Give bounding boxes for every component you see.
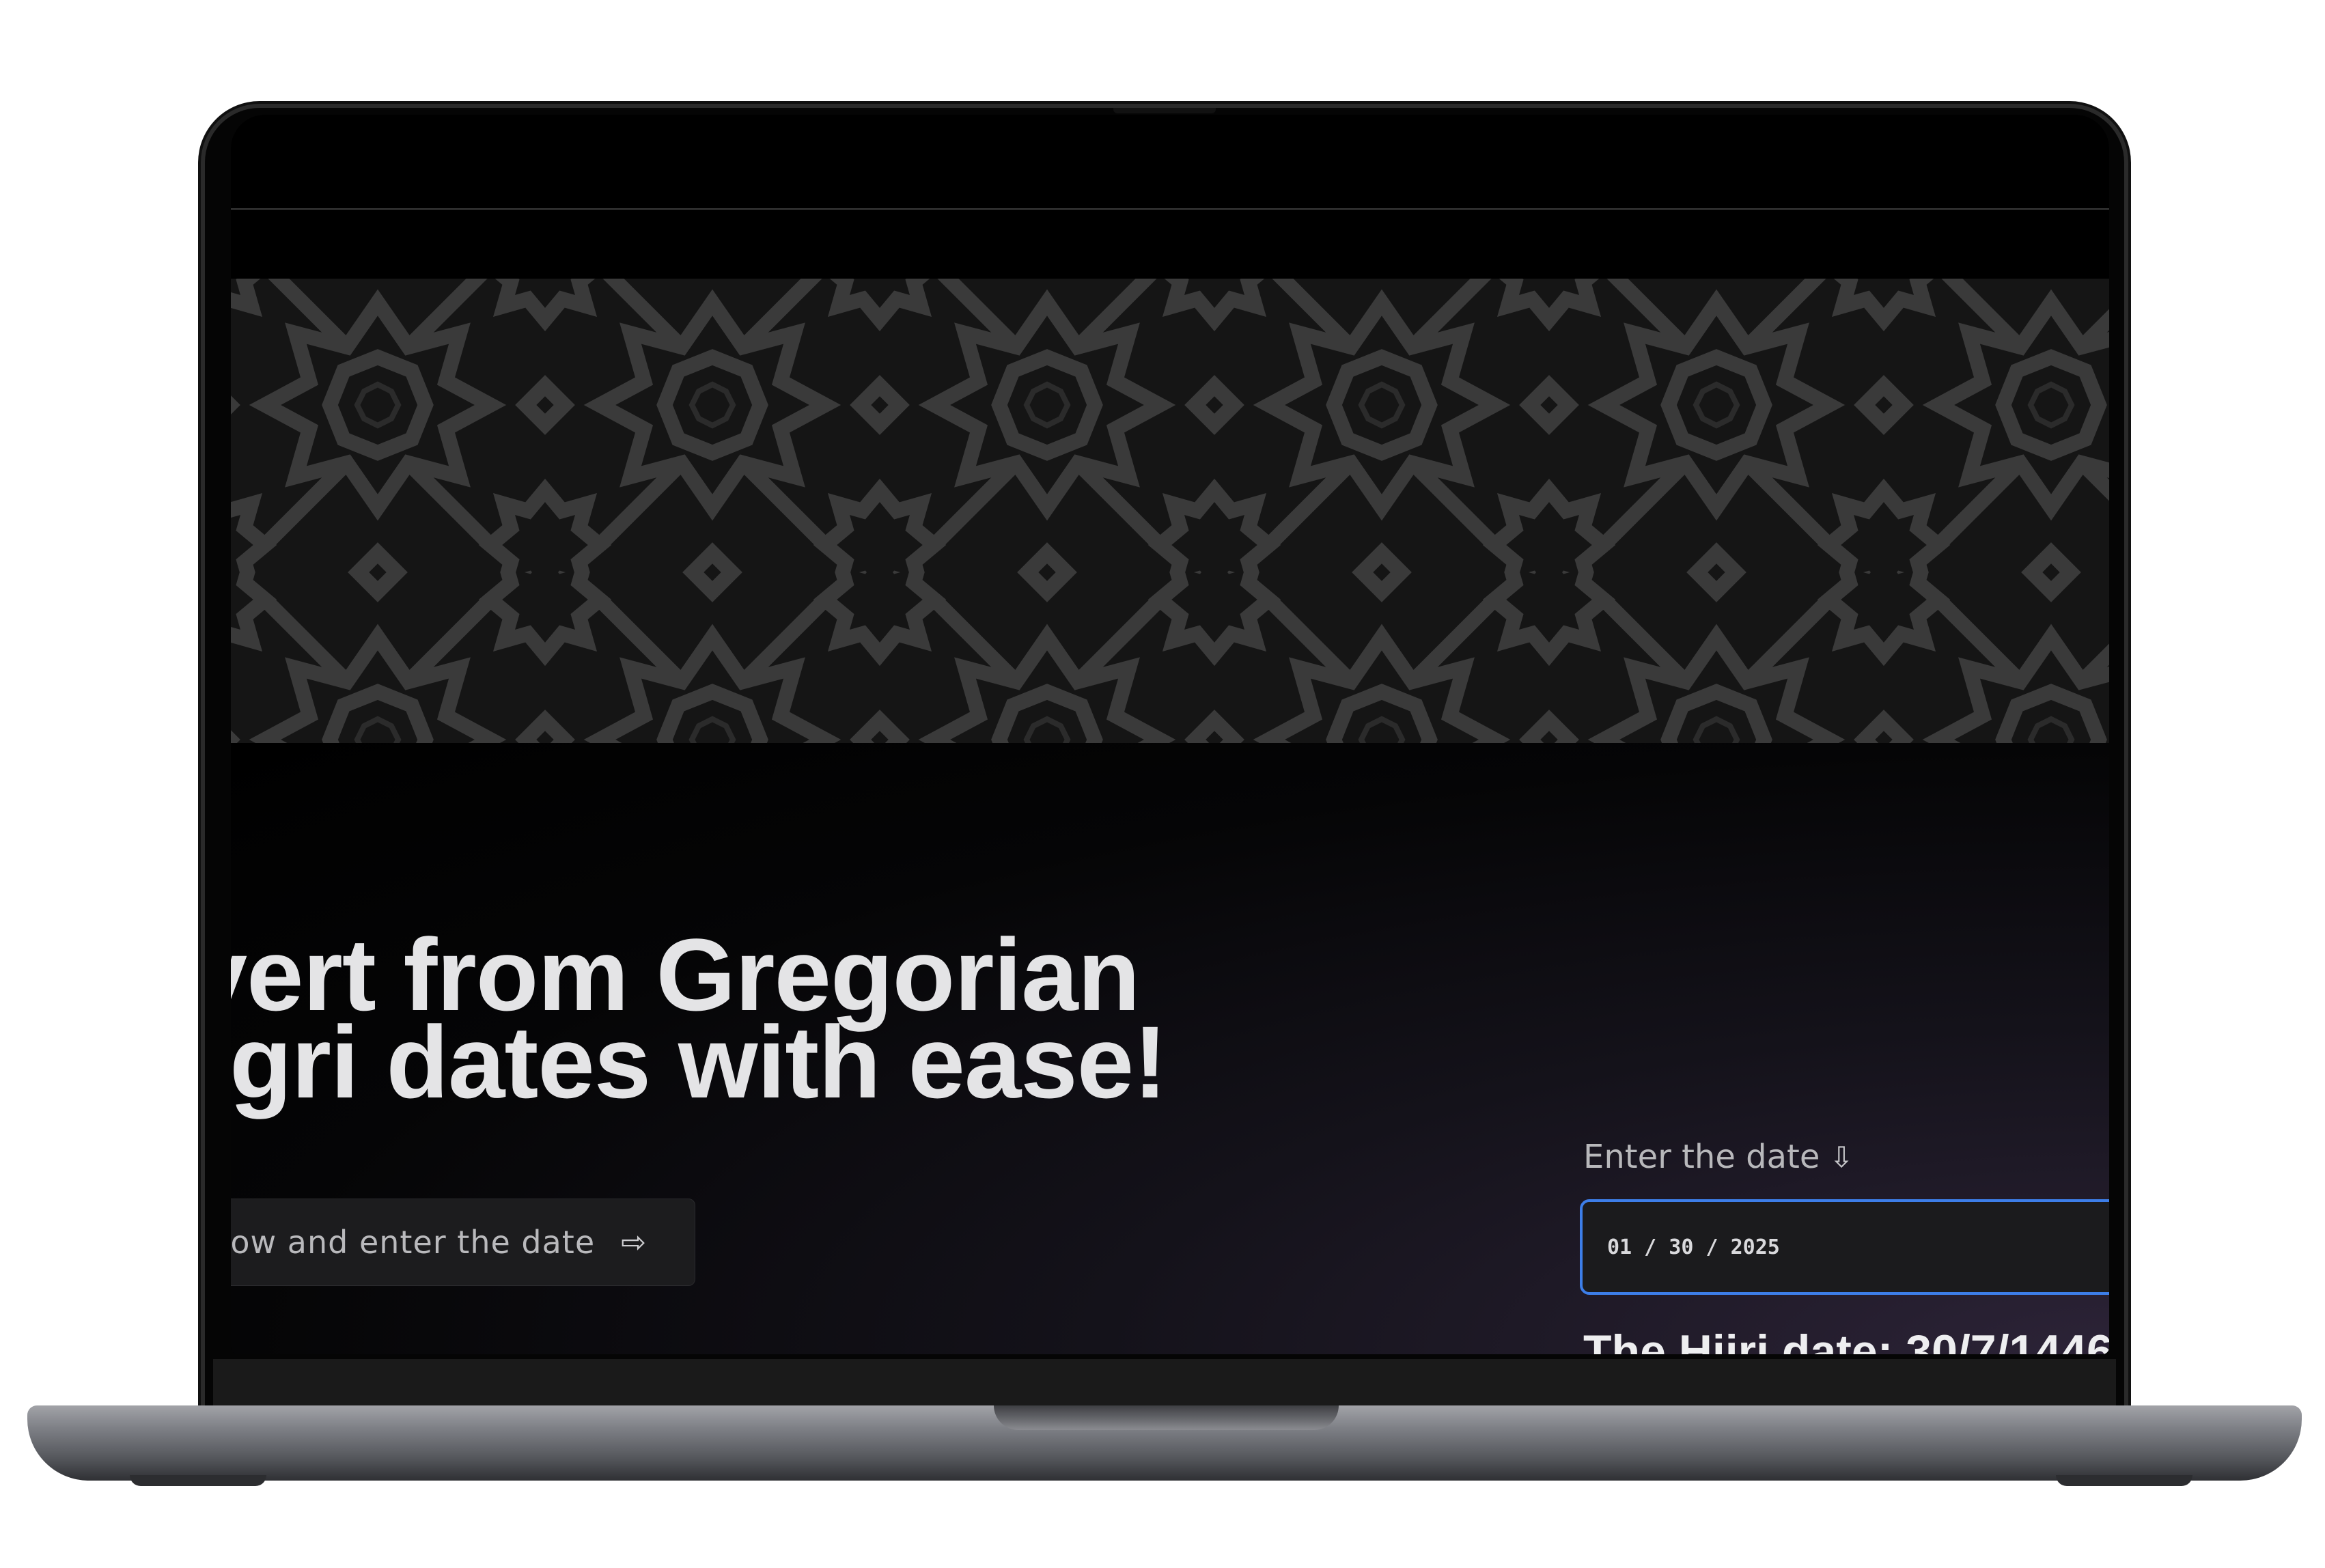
date-label-text: Enter the date [1583,1138,1820,1176]
laptop-foot-right [2056,1475,2192,1486]
laptop-screen: nvert from Gregorian Higri dates with ea… [231,115,2109,1354]
device-mockup: nvert from Gregorian Higri dates with ea… [0,0,2325,1568]
arrow-right-icon: ⇨ [621,1224,647,1260]
header-divider [231,208,2109,210]
hero-headline: nvert from Gregorian Higri dates with ea… [231,923,1290,1119]
geometric-pattern-banner [231,279,2109,743]
arrow-down-icon: ⇩ [1829,1140,1854,1174]
camera-notch [1113,108,1216,113]
laptop-foot-left [130,1475,266,1486]
screen-bottom-bezel [213,1359,2116,1407]
date-input-label: Enter the date ⇩ [1583,1138,1854,1176]
hero-section: nvert from Gregorian Higri dates with ea… [231,743,2109,1354]
islamic-pattern-image [231,279,2109,743]
date-input[interactable] [1580,1199,2109,1295]
laptop-opening-lip [994,1405,1339,1430]
enter-date-button-label: ow and enter the date [231,1224,596,1261]
headline-line-2: Higri dates with ease! [231,1005,1167,1119]
enter-date-button[interactable]: ow and enter the date ⇨ [231,1199,695,1286]
hijri-result: The Hijri date: 30/7/1446 [1583,1326,2109,1354]
webpage: nvert from Gregorian Higri dates with ea… [231,115,2109,1354]
